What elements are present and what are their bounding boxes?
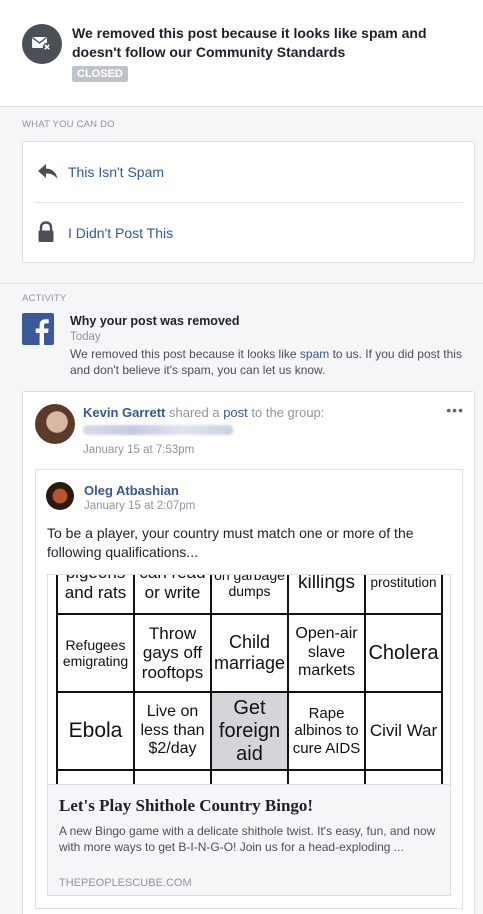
spam-link[interactable]: spam — [300, 347, 329, 361]
lock-icon — [37, 221, 55, 246]
link-description: A new Bingo game with a delicate shithol… — [59, 824, 436, 854]
link-domain: THEPEOPLESCUBE.COM — [59, 877, 192, 889]
reply-arrow-icon — [37, 163, 59, 184]
this-isnt-spam-label: This Isn't Spam — [68, 164, 165, 180]
bingo-cell — [212, 771, 289, 784]
status-badge: CLOSED — [72, 66, 128, 82]
actions-box: This Isn't Spam I Didn't Post This — [22, 141, 475, 263]
author-name[interactable]: Kevin Garrett — [83, 405, 165, 420]
bingo-cell: prostitution — [366, 575, 443, 615]
activity-date: Today — [70, 331, 101, 343]
bingo-cell: Open-air slave markets — [289, 615, 366, 693]
link-preview-card[interactable]: pigeons and rats can read or write on ga… — [47, 574, 451, 896]
bingo-cell: can read or write — [135, 575, 212, 615]
bingo-cell: Child marriage — [212, 615, 289, 693]
post-link[interactable]: post — [223, 405, 248, 420]
link-title[interactable]: Let's Play Shithole Country Bingo! — [59, 796, 313, 816]
bingo-cell: Live on less than $2/day — [135, 693, 212, 771]
this-isnt-spam-button[interactable]: This Isn't Spam — [23, 142, 474, 202]
bingo-cell — [58, 771, 135, 784]
bingo-cell — [366, 771, 443, 784]
activity-label: ACTIVITY — [22, 293, 67, 304]
bingo-cell: Cholera — [366, 615, 443, 693]
post-timestamp[interactable]: January 15 at 7:53pm — [83, 444, 194, 456]
why-removed-title: Why your post was removed — [70, 314, 240, 328]
shared-post: Oleg Atbashian January 15 at 2:07pm To b… — [35, 469, 463, 909]
spam-mail-icon — [22, 24, 62, 64]
bingo-cell: pigeons and rats — [58, 575, 135, 615]
shared-author-name[interactable]: Oleg Atbashian — [84, 483, 179, 498]
bingo-cell: Get foreign aid — [212, 693, 289, 771]
bingo-cell: Refugees emigrating — [58, 615, 135, 693]
bingo-cell: on garbage dumps — [212, 575, 289, 615]
i-didnt-post-this-label: I Didn't Post This — [68, 225, 174, 241]
shared-post-timestamp[interactable]: January 15 at 2:07pm — [84, 500, 195, 512]
bingo-cell: Rape albinos to cure AIDS — [289, 693, 366, 771]
bingo-cell — [135, 771, 212, 784]
what-you-can-do-label: WHAT YOU CAN DO — [22, 119, 115, 130]
bingo-cell: killings — [289, 575, 366, 615]
bingo-image: pigeons and rats can read or write on ga… — [48, 575, 450, 784]
bingo-cell: Throw gays off rooftops — [135, 615, 212, 693]
bingo-grid: pigeons and rats can read or write on ga… — [56, 575, 443, 784]
facebook-logo-icon — [22, 313, 54, 345]
bingo-cell: Civil War — [366, 693, 443, 771]
shared-post-text: To be a player, your country must match … — [47, 525, 414, 560]
i-didnt-post-this-button[interactable]: I Didn't Post This — [23, 203, 474, 263]
more-options-icon[interactable]: ••• — [446, 402, 464, 418]
group-name-redacted — [83, 425, 233, 435]
avatar[interactable] — [35, 404, 75, 444]
post-header: Kevin Garrett shared a post to the group… — [83, 405, 325, 420]
bingo-cell — [289, 771, 366, 784]
avatar[interactable] — [46, 482, 74, 510]
activity-description: We removed this post because it looks li… — [70, 347, 462, 377]
removal-headline: We removed this post because it looks li… — [72, 25, 427, 60]
bingo-cell: Ebola — [58, 693, 135, 771]
removal-notice: We removed this post because it looks li… — [0, 0, 483, 107]
link-preview-footer: Let's Play Shithole Country Bingo! A new… — [48, 784, 450, 895]
removed-post-card: Kevin Garrett shared a post to the group… — [22, 391, 475, 914]
